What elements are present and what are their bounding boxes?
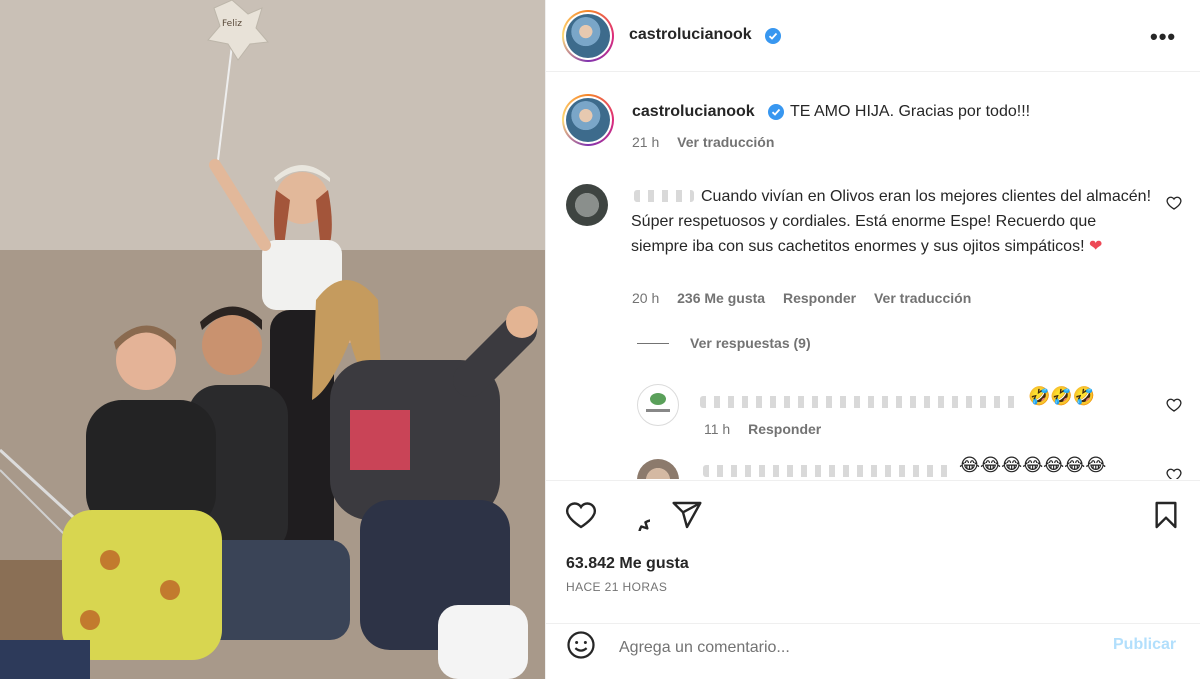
caption-meta: 21 h Ver traducción	[632, 134, 788, 150]
likes-count[interactable]: 63.842 Me gusta	[566, 555, 689, 573]
comment-likes[interactable]: 236 Me gusta	[677, 290, 765, 306]
comment-icon[interactable]	[618, 499, 650, 531]
reply-like-icon[interactable]	[1166, 467, 1182, 479]
reply-username-text	[703, 465, 953, 477]
post-details-panel	[545, 0, 1200, 679]
comment-time: 20 h	[632, 290, 660, 306]
reply-avatar[interactable]	[637, 384, 679, 426]
publish-button[interactable]: Publicar	[1113, 636, 1176, 654]
reply-avatar[interactable]	[637, 459, 679, 479]
more-options-icon[interactable]: •••	[1150, 24, 1176, 50]
red-heart-emoji: ❤	[1088, 238, 1103, 255]
reply-button[interactable]: Responder	[748, 421, 821, 437]
balloon-text: Feliz	[222, 19, 242, 29]
see-translation-button[interactable]: Ver traducción	[874, 290, 971, 306]
reply-emoji: 😂😂😂😂😂😂😂	[959, 455, 1107, 475]
reply-meta: 11 h Responder	[704, 421, 835, 437]
author-username[interactable]: castrolucianook	[629, 26, 752, 44]
emoji-icon[interactable]	[566, 630, 596, 660]
caption-text: TE AMO HIJA. Gracias por todo!!!	[790, 103, 1031, 120]
comment-input[interactable]	[619, 636, 1089, 660]
reply-button[interactable]: Responder	[783, 290, 856, 306]
caption-username[interactable]: castrolucianook	[632, 103, 755, 121]
replies-divider	[637, 343, 669, 344]
save-icon[interactable]	[1150, 499, 1182, 531]
share-icon[interactable]	[671, 499, 703, 531]
reply-username-text	[700, 396, 1020, 408]
commenter-avatar[interactable]	[566, 184, 608, 226]
reply-time: 11 h	[704, 421, 731, 437]
caption-avatar[interactable]	[562, 94, 614, 146]
verified-icon	[765, 28, 781, 44]
post-photo[interactable]: Feliz	[0, 0, 545, 679]
reply-like-icon[interactable]	[1166, 397, 1182, 413]
caption-time: 21 h	[632, 134, 660, 150]
reply-cutoff: 😂😂😂😂😂😂😂	[545, 455, 1200, 479]
reply-emoji: 🤣🤣🤣	[1028, 386, 1096, 406]
see-translation-button[interactable]: Ver traducción	[677, 134, 774, 150]
post-time: HACE 21 HORAS	[566, 580, 668, 594]
comment-text: Cuando vivían en Olivos eran los mejores…	[631, 188, 1152, 255]
comment-meta: 20 h 236 Me gusta Responder Ver traducci…	[632, 290, 985, 306]
verified-icon	[768, 104, 784, 120]
view-replies-button[interactable]: Ver respuestas (9)	[690, 335, 811, 351]
comment-like-icon[interactable]	[1166, 195, 1182, 211]
like-icon[interactable]	[565, 499, 597, 531]
author-avatar[interactable]	[562, 10, 614, 62]
